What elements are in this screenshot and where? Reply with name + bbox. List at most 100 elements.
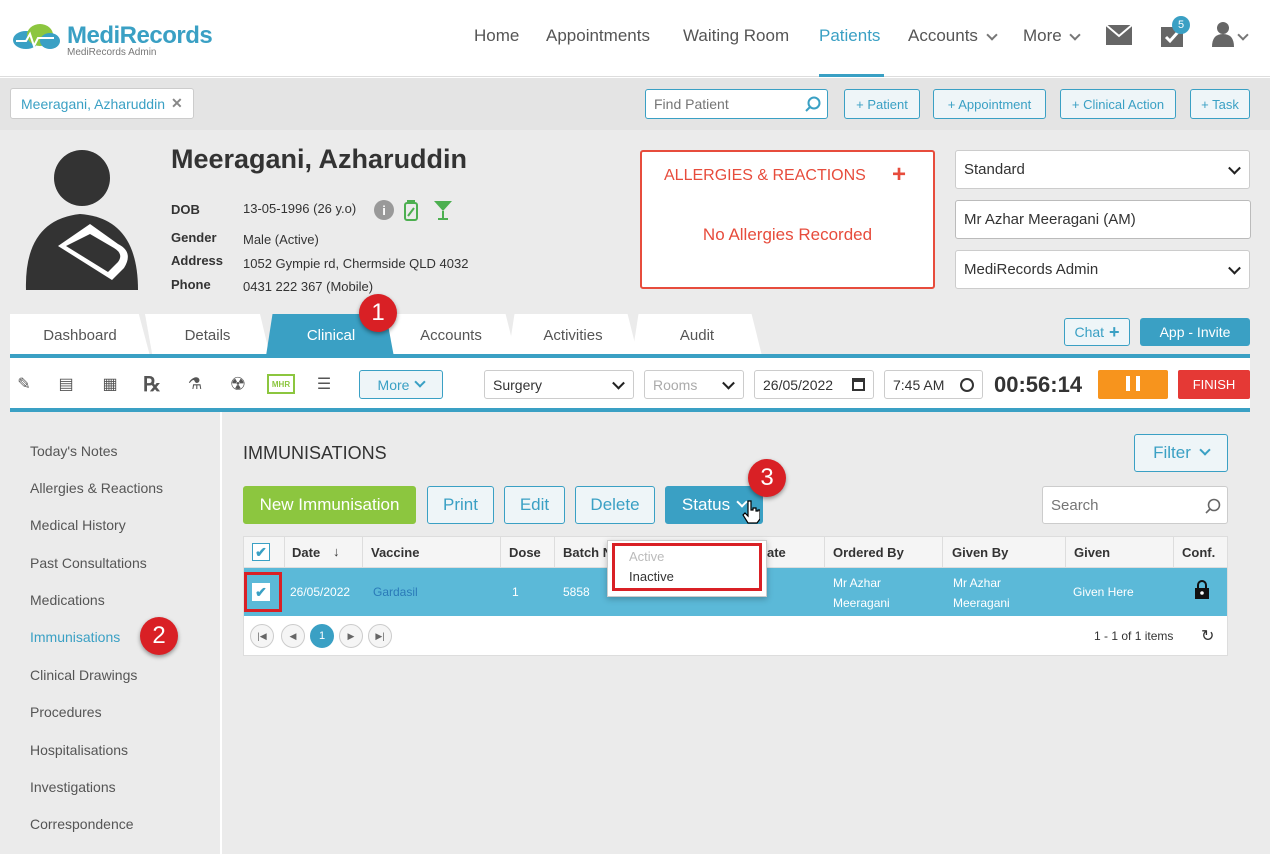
pathology-icon[interactable]: ⚗ (183, 372, 207, 396)
tab-activities[interactable]: Activities (508, 314, 638, 356)
document-icon[interactable]: ▦ (98, 372, 122, 396)
open-patient-tab[interactable]: Meeragani, Azharuddin ✕ (10, 88, 194, 119)
chevron-down-icon (1237, 29, 1249, 41)
find-patient-field[interactable] (645, 89, 828, 119)
sidebar-item-medical-history[interactable]: Medical History (30, 517, 126, 533)
add-appointment-button[interactable]: + Appointment (933, 89, 1046, 119)
col-date[interactable]: Date (292, 545, 320, 560)
mail-icon[interactable] (1106, 25, 1132, 45)
print-button[interactable]: Print (427, 486, 494, 524)
chevron-down-icon (612, 376, 625, 390)
notes-icon[interactable]: ✎ (12, 372, 36, 396)
search-icon[interactable] (805, 96, 821, 112)
sidebar-item-medications[interactable]: Medications (30, 592, 105, 608)
tab-details[interactable]: Details (145, 314, 270, 356)
more-tools-button[interactable]: More (359, 370, 443, 399)
layers-icon[interactable]: ☰ (312, 372, 336, 396)
date-picker[interactable]: 26/05/2022 (754, 370, 874, 399)
add-allergy-icon[interactable]: + (892, 161, 906, 189)
col-divider (500, 537, 501, 568)
chat-button[interactable]: Chat + (1064, 318, 1130, 346)
nav-more[interactable]: More (1023, 26, 1062, 46)
encounter-type-select[interactable]: Standard (955, 150, 1250, 189)
logo[interactable]: MediRecords MediRecords Admin (10, 20, 213, 60)
col-given[interactable]: Given (1074, 545, 1110, 560)
last-page-icon[interactable]: ▶| (368, 624, 392, 648)
row-vaccine-link[interactable]: Gardasil (373, 585, 418, 599)
nav-waiting-room[interactable]: Waiting Room (683, 26, 789, 46)
prescription-icon[interactable]: ℞ (140, 372, 164, 396)
sidebar-item-past-consultations[interactable]: Past Consultations (30, 555, 147, 571)
current-page[interactable]: 1 (310, 624, 334, 648)
nav-accounts[interactable]: Accounts (908, 26, 978, 46)
sidebar-item-clinical-drawings[interactable]: Clinical Drawings (30, 667, 137, 683)
alcohol-status-icon[interactable] (432, 199, 454, 221)
script-icon[interactable]: ▤ (54, 372, 78, 396)
col-dose[interactable]: Dose (509, 545, 541, 560)
mhr-icon[interactable]: MHR (267, 374, 295, 394)
calendar-icon[interactable] (852, 378, 865, 391)
first-page-icon[interactable]: |◀ (250, 624, 274, 648)
highlight-inactive-option (612, 543, 762, 591)
next-page-icon[interactable]: ▶ (339, 624, 363, 648)
add-clinical-action-button[interactable]: + Clinical Action (1060, 89, 1176, 119)
clock-icon[interactable] (960, 378, 974, 392)
col-ordered-by[interactable]: Ordered By (833, 545, 904, 560)
radiology-icon[interactable]: ☢ (226, 372, 250, 396)
nav-home[interactable]: Home (474, 26, 519, 46)
finish-button[interactable]: FINISH (1178, 370, 1250, 399)
time-picker[interactable]: 7:45 AM (884, 370, 983, 399)
col-batch[interactable]: Batch N (563, 545, 612, 560)
address-label: Address (171, 253, 224, 268)
edit-button[interactable]: Edit (504, 486, 565, 524)
new-immunisation-button[interactable]: New Immunisation (243, 486, 416, 524)
pause-button[interactable] (1098, 370, 1168, 399)
delete-button[interactable]: Delete (575, 486, 655, 524)
row-dose: 1 (512, 585, 519, 599)
sidebar-item-investigations[interactable]: Investigations (30, 779, 116, 795)
annotation-badge-3: 3 (748, 459, 786, 497)
tab-accounts[interactable]: Accounts (386, 314, 516, 356)
tab-dashboard[interactable]: Dashboard (10, 314, 150, 356)
col-date-partial[interactable]: ate (767, 545, 786, 560)
section-title: IMMUNISATIONS (243, 443, 387, 463)
app-invite-button[interactable]: App - Invite (1140, 318, 1250, 346)
sidebar-item-todays-notes[interactable]: Today's Notes (30, 443, 118, 459)
select-all-checkbox[interactable]: ✔ (252, 543, 270, 561)
sidebar-item-immunisations[interactable]: Immunisations (30, 629, 120, 645)
user-icon[interactable] (1212, 21, 1234, 47)
location-select[interactable]: MediRecords Admin (955, 250, 1250, 289)
close-icon[interactable]: ✕ (171, 95, 183, 112)
sidebar-item-hospitalisations[interactable]: Hospitalisations (30, 742, 128, 758)
add-task-button[interactable]: + Task (1190, 89, 1250, 119)
chevron-down-icon (1228, 161, 1241, 175)
row-ordered-by: Mr Azhar Meeragani (833, 576, 890, 610)
sidebar-item-correspondence[interactable]: Correspondence (30, 816, 134, 832)
search-input[interactable] (1043, 487, 1193, 523)
col-conf[interactable]: Conf. (1182, 545, 1215, 560)
search-icon[interactable] (1205, 498, 1221, 514)
col-vaccine[interactable]: Vaccine (371, 545, 419, 560)
tab-audit[interactable]: Audit (632, 314, 762, 356)
info-icon[interactable]: i (374, 200, 394, 220)
add-patient-button[interactable]: + Patient (844, 89, 920, 119)
find-patient-input[interactable] (646, 90, 796, 118)
chat-label: Chat (1074, 324, 1105, 340)
annotation-badge-2: 2 (140, 617, 178, 655)
smoking-status-icon[interactable] (403, 199, 419, 221)
filter-button[interactable]: Filter (1134, 434, 1228, 472)
nav-appointments[interactable]: Appointments (546, 26, 650, 46)
hand-cursor-icon (742, 500, 760, 524)
prev-page-icon[interactable]: ◀ (281, 624, 305, 648)
col-given-by[interactable]: Given By (952, 545, 1008, 560)
rooms-select[interactable]: Rooms (644, 370, 744, 399)
status-label: Status (681, 495, 731, 514)
sidebar-item-allergies[interactable]: Allergies & Reactions (30, 480, 163, 496)
surgery-select[interactable]: Surgery (484, 370, 634, 399)
lock-icon[interactable] (1194, 580, 1210, 599)
practitioner-field[interactable]: Mr Azhar Meeragani (AM) (955, 200, 1251, 239)
sidebar-item-procedures[interactable]: Procedures (30, 704, 102, 720)
search-field[interactable] (1042, 486, 1228, 524)
nav-patients[interactable]: Patients (819, 26, 880, 46)
refresh-icon[interactable]: ↻ (1201, 626, 1214, 646)
